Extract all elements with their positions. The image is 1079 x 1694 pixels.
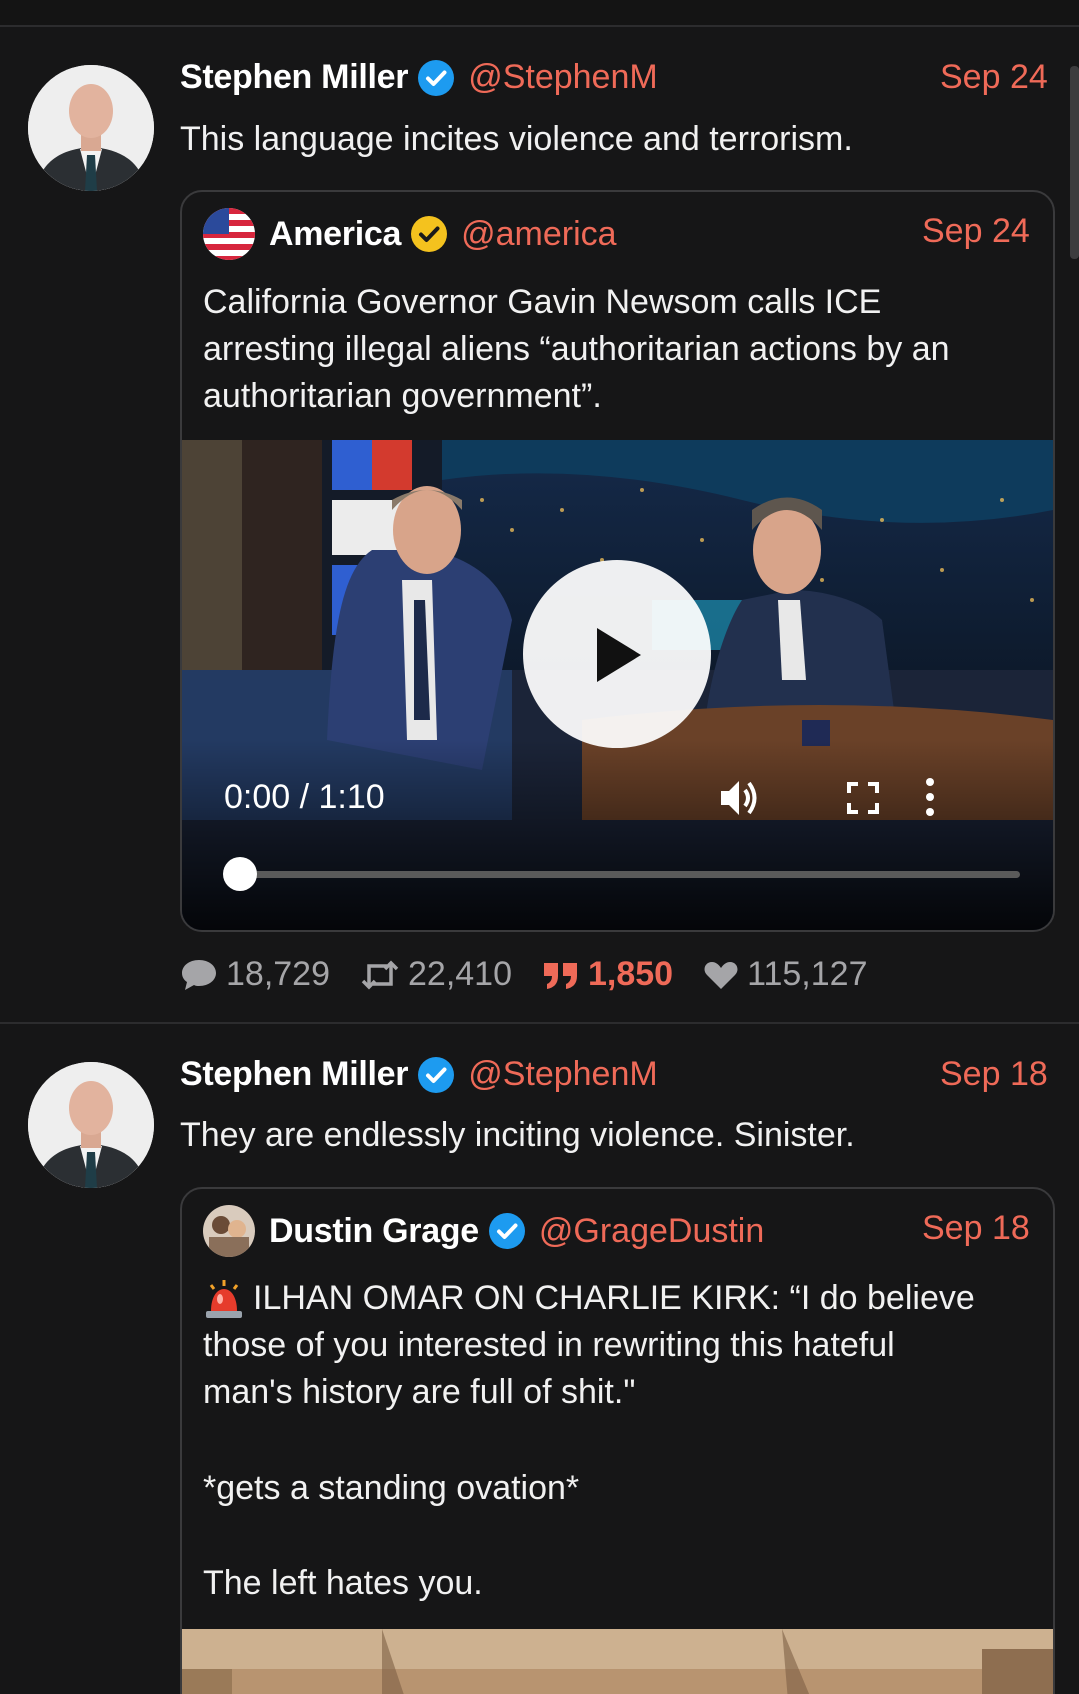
post-header: Stephen Miller @StephenM — [180, 1055, 658, 1094]
video-time: 0:00 / 1:10 — [224, 778, 385, 816]
verified-badge-icon — [418, 59, 455, 96]
post-text: They are endlessly inciting violence. Si… — [180, 1116, 855, 1154]
quoted-author-name[interactable]: Dustin Grage — [269, 1212, 479, 1251]
quoted-post-card[interactable]: America @america Sep 24 California Gover… — [180, 190, 1055, 932]
avatar[interactable] — [28, 1062, 154, 1188]
quoted-post-text-line: arresting illegal aliens “authoritarian … — [203, 330, 950, 368]
post-header: Stephen Miller @StephenM — [180, 58, 658, 97]
seek-bar[interactable] — [240, 871, 1020, 878]
quoted-post-date[interactable]: Sep 18 — [922, 1209, 1030, 1248]
post-date[interactable]: Sep 24 — [940, 58, 1048, 97]
quoted-post-date[interactable]: Sep 24 — [922, 212, 1030, 251]
author-name[interactable]: Stephen Miller — [180, 58, 408, 97]
repost-count: 22,410 — [408, 955, 512, 993]
quote-count: 1,850 — [588, 955, 674, 993]
scrollbar[interactable] — [1070, 66, 1079, 259]
repost-button[interactable]: 22,410 — [360, 955, 512, 994]
verified-badge-icon — [488, 1213, 525, 1249]
quoted-post-text-line: The left hates you. — [203, 1564, 483, 1602]
more-options-icon[interactable] — [926, 778, 934, 821]
quote-button[interactable]: 1,850 — [542, 955, 673, 994]
flag-avatar[interactable] — [203, 208, 255, 260]
reply-icon — [182, 959, 216, 990]
quoted-author-handle[interactable]: @america — [461, 215, 616, 254]
quoted-post-text-line: those of you interested in rewriting thi… — [203, 1326, 895, 1364]
quoted-post-header: Dustin Grage @GrageDustin — [203, 1205, 764, 1257]
post-date[interactable]: Sep 18 — [940, 1055, 1048, 1094]
verified-gold-badge-icon — [411, 216, 448, 252]
top-bar — [0, 0, 1079, 27]
author-handle[interactable]: @StephenM — [468, 58, 658, 97]
post-text: This language incites violence and terro… — [180, 120, 853, 158]
reply-button[interactable]: 18,729 — [180, 955, 330, 994]
quoted-author-avatar[interactable] — [203, 1205, 255, 1257]
video-preview[interactable] — [182, 1629, 1053, 1694]
fullscreen-icon[interactable] — [847, 782, 879, 819]
quoted-author-name[interactable]: America — [269, 215, 401, 254]
heart-icon — [704, 961, 738, 989]
post-stats: 18,729 22,410 1,850 115,127 — [180, 955, 897, 994]
video-thumbnail — [182, 1629, 1053, 1694]
author-handle[interactable]: @StephenM — [468, 1055, 658, 1094]
quoted-author-handle[interactable]: @GrageDustin — [539, 1212, 764, 1251]
quoted-post-text-line: man's history are full of shit." — [203, 1373, 636, 1411]
quoted-post-text-line: authoritarian government”. — [203, 377, 602, 415]
seek-knob[interactable] — [223, 857, 257, 891]
video-player[interactable]: 0:00 / 1:10 — [182, 440, 1053, 930]
play-button[interactable] — [523, 560, 711, 748]
quoted-post-header: America @america — [203, 208, 617, 260]
quote-icon — [544, 962, 577, 989]
verified-badge-icon — [418, 1056, 455, 1093]
quoted-post-text-line: California Governor Gavin Newsom calls I… — [203, 283, 882, 321]
quoted-post-text-line: ILHAN OMAR ON CHARLIE KIRK: “I do believ… — [253, 1279, 975, 1317]
author-name[interactable]: Stephen Miller — [180, 1055, 408, 1094]
like-count: 115,127 — [747, 955, 868, 993]
volume-icon[interactable] — [718, 776, 762, 825]
siren-emoji-icon — [203, 1279, 245, 1326]
repost-icon — [361, 960, 399, 989]
like-button[interactable]: 115,127 — [703, 955, 867, 994]
quoted-post-text-line: *gets a standing ovation* — [203, 1469, 580, 1507]
quoted-post-card[interactable]: Dustin Grage @GrageDustin Sep 18 ILHAN O… — [180, 1187, 1055, 1694]
reply-count: 18,729 — [226, 955, 330, 993]
post-divider — [0, 1022, 1079, 1024]
play-icon — [597, 628, 641, 682]
avatar[interactable] — [28, 65, 154, 191]
